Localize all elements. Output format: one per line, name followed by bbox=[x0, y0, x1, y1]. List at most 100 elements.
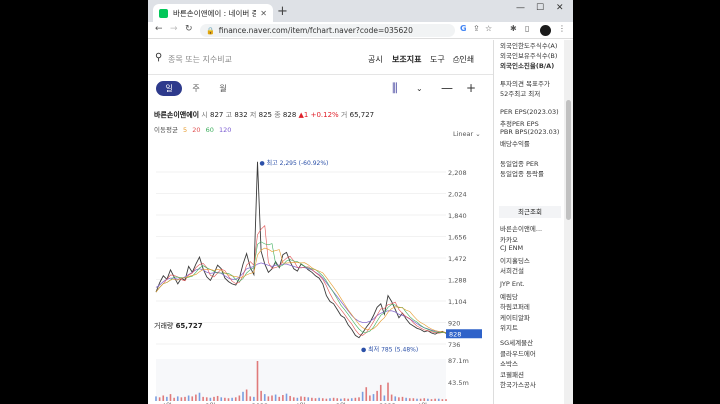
volume-bar bbox=[158, 397, 161, 401]
volume-bar bbox=[242, 391, 244, 401]
ma-120[interactable]: 120 bbox=[219, 126, 231, 134]
recent-item[interactable]: 쇼박스 bbox=[500, 358, 518, 368]
volume-bar bbox=[296, 397, 299, 401]
browser-tab[interactable]: 바른손이앤에이 : 네이버 증권 ✕ bbox=[153, 4, 273, 22]
browser-window: 바른손이앤에이 : 네이버 증권 ✕ + — ☐ ✕ ← → ↻ 🔒 finan… bbox=[148, 0, 573, 404]
recent-item[interactable]: SG세계물산 bbox=[500, 337, 533, 347]
price-chart[interactable]: 2,208 2,024 1,840 1,656 1,472 1,288 1,104 920 73… bbox=[148, 138, 493, 404]
volume-bar bbox=[329, 398, 331, 401]
y-tick-label: 1,656 bbox=[448, 234, 467, 242]
volume-bar bbox=[437, 398, 440, 401]
chart-panel: ⚲ 종목 또는 지수비교 공시 보조지표 도구 ⎙인쇄 일 주 월 ⫼ ⌄ — … bbox=[148, 40, 493, 404]
ma-5[interactable]: 5 bbox=[183, 126, 187, 134]
chevron-down-icon[interactable]: ⌄ bbox=[416, 84, 423, 93]
recent-item[interactable]: 예림당 bbox=[500, 291, 518, 301]
zoom-in-icon[interactable]: + bbox=[466, 81, 476, 95]
change-text: 1 +0.12% bbox=[303, 111, 339, 119]
volume-bar bbox=[166, 396, 168, 401]
maximize-icon[interactable]: ☐ bbox=[536, 3, 544, 13]
close-window-icon[interactable]: ✕ bbox=[556, 3, 564, 13]
volume-bar bbox=[267, 396, 270, 401]
tab-monthly[interactable]: 월 bbox=[210, 81, 236, 96]
google-icon[interactable]: G bbox=[460, 24, 467, 33]
tools-button[interactable]: 도구 bbox=[430, 54, 445, 65]
high-value: 832 bbox=[234, 111, 248, 119]
volume-bar bbox=[390, 394, 393, 401]
volume-bar bbox=[238, 395, 241, 401]
volume-bar bbox=[430, 399, 433, 401]
scale-mode-button[interactable]: Linear ⌄ bbox=[453, 130, 481, 138]
share-icon[interactable]: ⇪ bbox=[473, 24, 480, 33]
tab-title: 바른손이앤에이 : 네이버 증권 bbox=[173, 8, 257, 18]
search-icon[interactable]: ⚲ bbox=[155, 52, 162, 63]
volume-bar bbox=[256, 361, 259, 401]
reload-icon[interactable]: ↻ bbox=[185, 24, 193, 34]
disclosure-button[interactable]: 공시 bbox=[368, 54, 383, 65]
volume-bar bbox=[405, 397, 407, 401]
ma-line-2 bbox=[155, 247, 447, 333]
min-price-label: ● 최저 785 (5.48%) bbox=[361, 346, 418, 354]
tab-daily[interactable]: 일 bbox=[156, 81, 182, 96]
chart-toolbar: ⚲ 종목 또는 지수비교 공시 보조지표 도구 ⎙인쇄 bbox=[148, 40, 493, 75]
recent-item[interactable]: 이지홀딩스 bbox=[500, 255, 530, 265]
recent-item[interactable]: 카카오 bbox=[500, 234, 518, 244]
volume-bar bbox=[209, 397, 212, 401]
recent-item[interactable]: 위지트 bbox=[500, 322, 518, 332]
volume-bar bbox=[216, 395, 219, 401]
change-value: ▲1 +0.12% bbox=[298, 111, 339, 119]
recent-item[interactable]: JYP Ent. bbox=[500, 280, 525, 288]
recent-item[interactable]: 케이티알파 bbox=[500, 312, 530, 322]
recent-item[interactable]: 코웰패션 bbox=[500, 369, 524, 379]
chart-type-icon[interactable]: ⫼ bbox=[392, 81, 398, 96]
sidebar-opinion-item: 투자의견 목표주가 bbox=[500, 80, 550, 88]
lock-icon: 🔒 bbox=[206, 26, 215, 35]
bookmark-star-icon[interactable]: ☆ bbox=[485, 24, 492, 33]
sidebar-industry-item: 동일업종 등락률 bbox=[500, 170, 544, 178]
new-tab-icon[interactable]: + bbox=[277, 4, 288, 19]
volume-bar bbox=[198, 392, 201, 401]
recent-item[interactable]: 한국가스공사 bbox=[500, 379, 536, 389]
sidepanel-icon[interactable]: ▯ bbox=[525, 24, 529, 33]
volume-bar bbox=[343, 398, 346, 401]
ma-line-0 bbox=[155, 225, 447, 336]
menu-icon[interactable]: ⋮ bbox=[558, 24, 566, 33]
indicators-button[interactable]: 보조지표 bbox=[392, 54, 421, 65]
ma-20[interactable]: 20 bbox=[192, 126, 200, 134]
tab-bar: 바른손이앤에이 : 네이버 증권 ✕ + — ☐ ✕ bbox=[148, 0, 573, 22]
compare-search-input[interactable]: 종목 또는 지수비교 bbox=[168, 54, 232, 65]
y-tick-label: 920 bbox=[448, 320, 460, 328]
close-value: 828 bbox=[282, 111, 297, 119]
volume-bar bbox=[249, 396, 252, 401]
minimize-icon[interactable]: — bbox=[516, 3, 525, 13]
recent-item[interactable]: 하림코퍼레 bbox=[500, 301, 530, 311]
volume-bar bbox=[278, 396, 281, 401]
low-value: 825 bbox=[258, 111, 272, 119]
zoom-out-icon[interactable]: — bbox=[441, 81, 453, 95]
volume-bar bbox=[441, 399, 444, 401]
url-field[interactable]: 🔒 finance.naver.com/item/fchart.naver?co… bbox=[200, 24, 455, 37]
recent-item[interactable]: 바른손이앤에... bbox=[500, 223, 542, 233]
volume-bar bbox=[245, 389, 248, 401]
profile-avatar[interactable] bbox=[540, 25, 551, 36]
print-button[interactable]: ⎙인쇄 bbox=[453, 54, 474, 65]
extensions-icon[interactable]: ✱ bbox=[510, 24, 517, 33]
ma-60[interactable]: 60 bbox=[206, 126, 214, 134]
close-tab-icon[interactable]: ✕ bbox=[260, 9, 267, 18]
forward-icon[interactable]: → bbox=[170, 24, 178, 34]
y-tick-label: 1,840 bbox=[448, 212, 467, 220]
tab-weekly[interactable]: 주 bbox=[183, 81, 209, 96]
scrollbar[interactable] bbox=[564, 40, 573, 404]
recent-item[interactable]: 서희건설 bbox=[500, 265, 524, 275]
volume-bar bbox=[187, 395, 190, 401]
back-icon[interactable]: ← bbox=[155, 24, 163, 34]
y-tick-label: 1,288 bbox=[448, 277, 467, 285]
recent-item[interactable]: 클라우드에어 bbox=[500, 348, 536, 358]
volume-title: 거래량 65,727 bbox=[154, 321, 203, 331]
volume-bar bbox=[253, 396, 255, 401]
recent-item[interactable]: CJ ENM bbox=[500, 244, 523, 252]
volume-bar bbox=[387, 382, 389, 401]
price-line bbox=[155, 161, 447, 339]
volume-bar bbox=[231, 397, 233, 401]
volume-bar bbox=[376, 390, 378, 401]
scrollbar-thumb[interactable] bbox=[566, 100, 571, 220]
